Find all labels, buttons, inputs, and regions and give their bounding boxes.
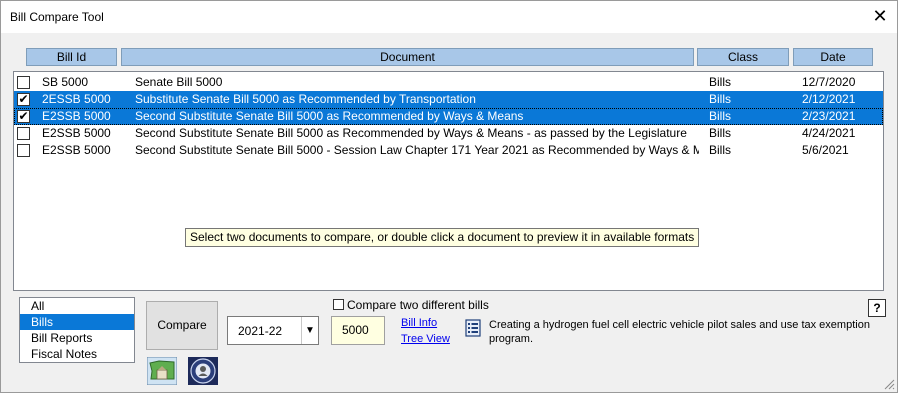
row-bill-id: E2SSB 5000 xyxy=(42,143,111,157)
row-class: Bills xyxy=(709,109,732,123)
row-bill-id: E2SSB 5000 xyxy=(42,126,111,140)
table-row[interactable]: E2SSB 5000 Second Substitute Senate Bill … xyxy=(14,142,883,159)
bill-info-link[interactable]: Bill Info xyxy=(401,317,437,329)
category-item[interactable]: Bills xyxy=(20,314,134,330)
session-dropdown[interactable]: 2021-22 ▼ xyxy=(227,316,319,345)
row-bill-id: SB 5000 xyxy=(42,75,89,89)
tooltip: Select two documents to compare, or doub… xyxy=(185,228,700,247)
dropdown-arrow-icon[interactable]: ▼ xyxy=(301,317,318,344)
session-value: 2021-22 xyxy=(238,324,283,338)
tree-view-link[interactable]: Tree View xyxy=(401,333,450,345)
row-document: Substitute Senate Bill 5000 as Recommend… xyxy=(135,92,476,106)
column-header-document[interactable]: Document xyxy=(121,48,694,66)
compare-button[interactable]: Compare xyxy=(146,301,218,350)
category-item[interactable]: Fiscal Notes xyxy=(20,346,134,362)
close-button[interactable]: ✕ xyxy=(863,1,897,33)
close-icon: ✕ xyxy=(872,6,888,26)
row-bill-id: 2ESSB 5000 xyxy=(42,92,111,106)
window-title: Bill Compare Tool xyxy=(10,10,104,24)
category-item[interactable]: Bill Reports xyxy=(20,330,134,346)
bill-number-input[interactable]: 5000 xyxy=(331,316,385,345)
column-header-bill-id[interactable]: Bill Id xyxy=(26,48,117,66)
row-document: Second Substitute Senate Bill 5000 - Ses… xyxy=(135,143,699,157)
row-checkbox[interactable] xyxy=(17,127,30,140)
row-checkbox[interactable]: ✔ xyxy=(17,93,30,106)
row-class: Bills xyxy=(709,75,732,89)
row-date: 5/6/2021 xyxy=(802,143,849,157)
row-document: Second Substitute Senate Bill 5000 as Re… xyxy=(135,109,524,123)
bill-compare-window: Bill Compare Tool ✕ Bill Id Document Cla… xyxy=(0,0,898,393)
row-date: 2/23/2021 xyxy=(802,109,856,123)
help-button[interactable]: ? xyxy=(868,299,886,317)
category-item[interactable]: All xyxy=(20,298,134,314)
resize-grip-icon[interactable] xyxy=(883,378,895,390)
category-list[interactable]: All Bills Bill Reports Fiscal Notes xyxy=(19,297,135,363)
row-checkbox[interactable] xyxy=(17,76,30,89)
row-class: Bills xyxy=(709,143,732,157)
column-header-class[interactable]: Class xyxy=(697,48,789,66)
row-bill-id: E2SSB 5000 xyxy=(42,109,111,123)
compare-two-bills-label: Compare two different bills xyxy=(347,298,489,312)
row-checkbox[interactable] xyxy=(17,144,30,157)
table-row[interactable]: ✔ 2ESSB 5000 Substitute Senate Bill 5000 a… xyxy=(14,91,883,108)
state-seal-icon[interactable] xyxy=(188,357,218,385)
row-document: Second Substitute Senate Bill 5000 as Re… xyxy=(135,126,687,140)
bill-description: Creating a hydrogen fuel cell electric v… xyxy=(489,319,870,345)
document-details-icon[interactable] xyxy=(464,319,482,337)
compare-two-bills-checkbox[interactable] xyxy=(333,299,344,310)
table-row[interactable]: SB 5000 Senate Bill 5000 Bills 12/7/2020 xyxy=(14,74,883,91)
row-date: 2/12/2021 xyxy=(802,92,856,106)
table-row[interactable]: E2SSB 5000 Second Substitute Senate Bill … xyxy=(14,125,883,142)
column-header-date[interactable]: Date xyxy=(793,48,873,66)
title-bar: Bill Compare Tool ✕ xyxy=(1,1,897,33)
table-row[interactable]: ✔ E2SSB 5000 Second Substitute Senate Bill… xyxy=(14,108,883,125)
row-class: Bills xyxy=(709,92,732,106)
documents-list[interactable]: SB 5000 Senate Bill 5000 Bills 12/7/2020 ✔ 2E… xyxy=(13,71,884,291)
row-date: 12/7/2020 xyxy=(802,75,856,89)
row-checkbox[interactable]: ✔ xyxy=(17,110,30,123)
row-document: Senate Bill 5000 xyxy=(135,75,223,89)
washington-map-icon[interactable] xyxy=(147,357,177,385)
row-class: Bills xyxy=(709,126,732,140)
row-date: 4/24/2021 xyxy=(802,126,856,140)
